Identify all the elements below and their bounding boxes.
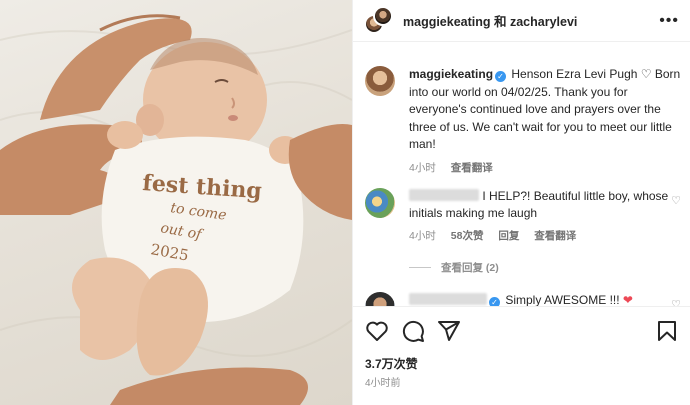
post-photo[interactable]: fest thing to come out of 2025 xyxy=(0,0,352,405)
redacted-username xyxy=(409,293,487,305)
bookmark-icon[interactable] xyxy=(655,319,679,343)
comment-body: ✓ Simply AWESOME !!! ❤ xyxy=(409,292,683,306)
red-heart-icon: ❤ xyxy=(622,293,633,306)
comments-list[interactable]: maggiekeating ✓ Henson Ezra Levi Pugh ♡ B… xyxy=(353,42,690,306)
post-side-panel: maggiekeating 和 zacharylevi ••• maggieke… xyxy=(352,0,690,405)
caption-translate-link[interactable]: 查看翻译 xyxy=(451,162,493,174)
post-author-names[interactable]: maggiekeating 和 zacharylevi xyxy=(403,11,577,30)
heart-icon[interactable] xyxy=(365,319,389,343)
redacted-username xyxy=(409,189,479,201)
comment-reply-button[interactable]: 回复 xyxy=(498,230,519,242)
post-header: maggiekeating 和 zacharylevi ••• xyxy=(353,0,690,42)
comment-text: Simply AWESOME !!! ❤ xyxy=(505,293,633,306)
caption-meta: 4小时 查看翻译 xyxy=(409,160,683,175)
comment-likes[interactable]: 58次赞 xyxy=(451,230,484,242)
post-like-count[interactable]: 3.7万次赞 xyxy=(365,355,418,372)
share-icon[interactable] xyxy=(437,319,461,343)
caption-time: 4小时 xyxy=(409,161,436,174)
collab-avatar[interactable] xyxy=(364,5,394,36)
verified-badge-icon: ✓ xyxy=(495,71,507,82)
comment-icon[interactable] xyxy=(401,319,425,343)
comment: ✓ Simply AWESOME !!! ❤ ♡ xyxy=(365,292,683,306)
comment-like-heart-icon[interactable]: ♡ xyxy=(671,298,681,306)
view-replies-button[interactable]: 查看回复 (2) xyxy=(409,260,499,275)
view-replies-label: 查看回复 (2) xyxy=(441,262,499,274)
post-actions: 3.7万次赞 4小时前 xyxy=(353,306,690,405)
commenter-avatar[interactable] xyxy=(365,188,395,218)
replies-divider xyxy=(409,267,431,268)
comment-time: 4小时 xyxy=(409,230,436,242)
caption-body: maggiekeating ✓ Henson Ezra Levi Pugh ♡ B… xyxy=(409,66,683,154)
caption-avatar[interactable] xyxy=(365,66,395,96)
comment-meta: 4小时 58次赞 回复 查看翻译 xyxy=(409,228,683,243)
caption-username[interactable]: maggiekeating xyxy=(409,67,493,81)
comment: I HELP?! Beautiful little boy, whose ini… xyxy=(365,188,683,243)
post-timestamp[interactable]: 4小时前 xyxy=(365,374,401,389)
verified-badge-icon: ✓ xyxy=(489,297,500,306)
more-horizontal-icon[interactable]: ••• xyxy=(659,12,679,30)
post-caption: maggiekeating ✓ Henson Ezra Levi Pugh ♡ B… xyxy=(365,66,683,175)
comment-body: I HELP?! Beautiful little boy, whose ini… xyxy=(409,188,683,222)
avatar-2 xyxy=(373,5,393,26)
commenter-avatar[interactable] xyxy=(365,292,395,306)
baby-photo-illustration: fest thing to come out of 2025 xyxy=(0,14,352,405)
comment-like-heart-icon[interactable]: ♡ xyxy=(671,194,681,207)
instagram-post: fest thing to come out of 2025 maggiekea… xyxy=(0,0,690,405)
comment-translate-link[interactable]: 查看翻译 xyxy=(534,230,576,242)
